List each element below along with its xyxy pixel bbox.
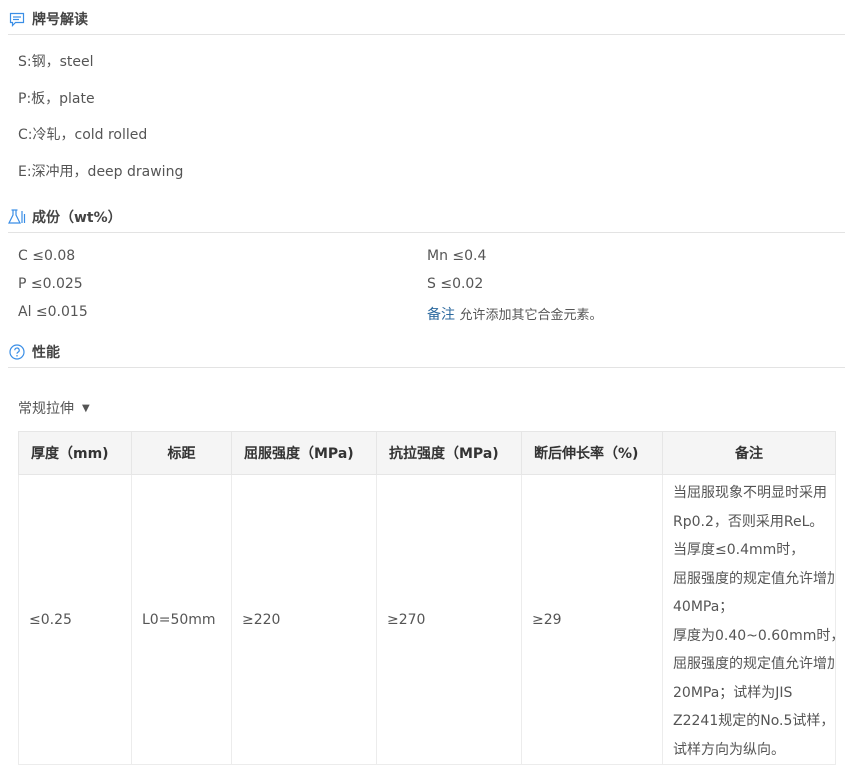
section-title-composition: 成份（wt%） xyxy=(32,210,122,226)
section-header-composition: 成份（wt%） xyxy=(8,202,845,233)
note-line: 屈服强度的规定值允许增加 xyxy=(673,656,836,672)
note-line: Z2241规定的No.5试样， xyxy=(673,713,835,729)
comp-manganese: Mn ≤0.4 xyxy=(427,248,487,264)
table-row: ≤0.25 L0=50mm ≥220 ≥270 ≥29 当屈服现象不明显时采用 … xyxy=(18,474,836,765)
note-line: 40MPa； xyxy=(673,599,734,615)
note-line: 20MPa；试样为JIS xyxy=(673,684,793,701)
section-title-properties: 性能 xyxy=(32,345,60,361)
cell-thickness: ≤0.25 xyxy=(18,474,132,765)
note-line: 屈服强度的规定值允许增加 xyxy=(673,570,836,587)
test-type-label: 常规拉伸 xyxy=(18,401,74,417)
note-line: Rp0.2，否则采用ReL。 xyxy=(673,513,824,530)
decode-line-cold-rolled: C:冷轧，cold rolled xyxy=(18,127,148,143)
comp-aluminum: Al ≤0.015 xyxy=(18,304,88,320)
header-gauge: 标距 xyxy=(131,431,232,475)
caret-down-icon: ▼ xyxy=(82,402,90,414)
properties-table: 厚度（mm) 标距 屈服强度（MPa) 抗拉强度（MPa) 断后伸长率（%) 备… xyxy=(18,431,836,765)
flask-icon xyxy=(8,208,26,226)
decode-line-deep-drawing: E:深冲用，deep drawing xyxy=(18,164,184,180)
header-thickness: 厚度（mm) xyxy=(18,431,132,475)
cell-gauge: L0=50mm xyxy=(131,474,232,765)
comp-phosphorus: P ≤0.025 xyxy=(18,276,83,292)
section-title-decode: 牌号解读 xyxy=(32,12,88,28)
comp-note-label: 备注 xyxy=(427,307,455,323)
test-type-dropdown[interactable]: 常规拉伸 ▼ xyxy=(18,398,90,418)
note-line: 试样方向为纵向。 xyxy=(673,741,785,758)
cell-elongation: ≥29 xyxy=(521,474,663,765)
comp-note: 备注 允许添加其它合金元素。 xyxy=(427,304,602,324)
cell-note: 当屈服现象不明显时采用 Rp0.2，否则采用ReL。 当厚度≤0.4mm时， 屈… xyxy=(662,474,836,765)
table-header-row: 厚度（mm) 标距 屈服强度（MPa) 抗拉强度（MPa) 断后伸长率（%) 备… xyxy=(18,431,836,475)
decode-line-steel: S:钢，steel xyxy=(18,54,94,70)
cell-tensile: ≥270 xyxy=(376,474,522,765)
question-circle-icon xyxy=(8,343,26,361)
cell-yield: ≥220 xyxy=(231,474,377,765)
header-note: 备注 xyxy=(662,431,836,475)
header-yield: 屈服强度（MPa) xyxy=(231,431,377,475)
comp-sulfur: S ≤0.02 xyxy=(427,276,484,292)
decode-line-plate: P:板，plate xyxy=(18,91,95,107)
section-header-decode: 牌号解读 xyxy=(8,4,845,35)
comp-note-text: 允许添加其它合金元素。 xyxy=(459,308,603,323)
header-elongation: 断后伸长率（%) xyxy=(521,431,663,475)
note-line: 厚度为0.40~0.60mm时， xyxy=(673,627,836,644)
note-line: 当厚度≤0.4mm时， xyxy=(673,542,805,558)
comment-icon xyxy=(8,10,26,28)
comp-carbon: C ≤0.08 xyxy=(18,248,76,264)
section-header-properties: 性能 xyxy=(8,337,845,368)
note-line: 当屈服现象不明显时采用 xyxy=(673,485,827,501)
header-tensile: 抗拉强度（MPa) xyxy=(376,431,522,475)
